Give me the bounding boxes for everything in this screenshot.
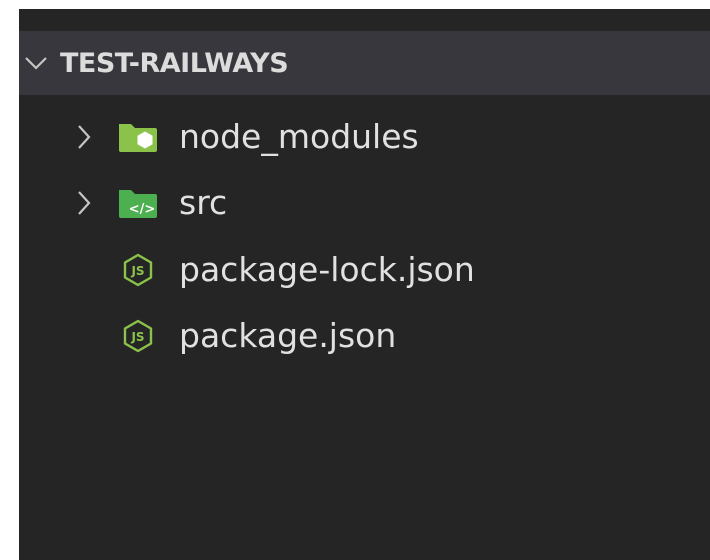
- folder-name: TEST-RAILWAYS: [60, 47, 289, 79]
- tree-item-package-json[interactable]: JS package.json: [19, 306, 710, 366]
- svg-text:JS: JS: [130, 264, 144, 278]
- folder-header[interactable]: TEST-RAILWAYS: [19, 31, 710, 95]
- chevron-right-icon[interactable]: [73, 122, 95, 152]
- svg-text:</>: </>: [129, 202, 156, 217]
- tree-item-label: package.json: [179, 316, 397, 355]
- chevron-right-icon[interactable]: [73, 188, 95, 218]
- tree-item-node-modules[interactable]: node_modules: [19, 107, 710, 167]
- tree-item-src[interactable]: </> src: [19, 173, 710, 233]
- js-json-icon: JS: [117, 253, 159, 287]
- svg-text:JS: JS: [130, 330, 144, 344]
- tree-item-label: src: [179, 183, 228, 222]
- chevron-down-icon[interactable]: [22, 49, 50, 77]
- js-json-icon: JS: [117, 319, 159, 353]
- explorer-panel: TEST-RAILWAYS node_modules </> src JS pa…: [19, 9, 710, 560]
- src-folder-icon: </>: [117, 186, 159, 220]
- tree-item-label: node_modules: [179, 117, 419, 156]
- node-modules-folder-icon: [117, 120, 159, 154]
- tree-item-package-lock-json[interactable]: JS package-lock.json: [19, 240, 710, 300]
- tree-item-label: package-lock.json: [179, 250, 475, 289]
